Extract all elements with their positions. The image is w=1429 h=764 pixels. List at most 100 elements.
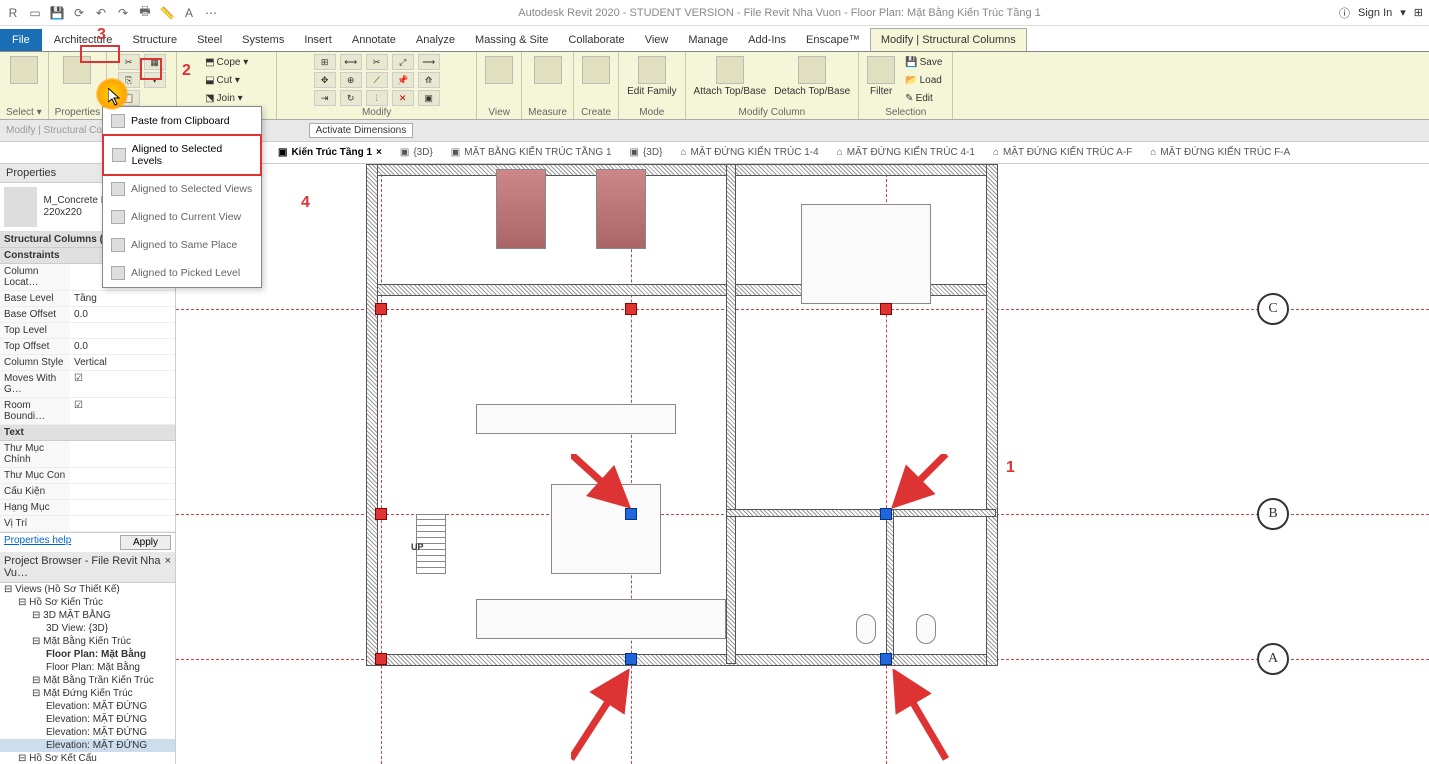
array-button[interactable]: ⦙ (366, 90, 388, 106)
activate-dimensions-button[interactable]: Activate Dimensions (309, 123, 414, 138)
scale-button[interactable]: ⤢ (392, 54, 414, 70)
menu-massing[interactable]: Massing & Site (465, 29, 558, 51)
modify-tool[interactable] (8, 54, 40, 86)
view-tab-3d-1[interactable]: ▣{3D} (392, 145, 441, 160)
signin-link[interactable]: Sign In (1358, 7, 1392, 19)
menu-structure[interactable]: Structure (122, 29, 187, 51)
rotate-button[interactable]: ↻ (340, 90, 362, 106)
menu-manage[interactable]: Manage (678, 29, 738, 51)
options-icon[interactable]: ⊞ (1414, 6, 1423, 19)
tree-item[interactable]: ⊟ 3D MẶT BẰNG (0, 609, 175, 622)
edit-family-button[interactable]: Edit Family (625, 54, 678, 99)
menu-steel[interactable]: Steel (187, 29, 232, 51)
paste-aligned-levels[interactable]: Aligned to Selected Levels (102, 134, 262, 176)
view-tab-3d-2[interactable]: ▣{3D} (622, 145, 671, 160)
tree-item[interactable]: 3D View: {3D} (0, 622, 175, 635)
help-icon[interactable]: ▾ (1400, 6, 1406, 19)
tree-item[interactable]: Elevation: MẶT ĐỨNG (0, 713, 175, 726)
property-row[interactable]: Base Offset0.0 (0, 307, 175, 323)
property-row[interactable]: Hạng Mục (0, 500, 175, 516)
split-button[interactable]: ⟋ (366, 72, 388, 88)
tree-item[interactable]: ⊟ Mặt Bằng Kiến Trúc (0, 635, 175, 648)
grid-bubble-b[interactable]: B (1257, 498, 1289, 530)
tree-item[interactable]: ⊟ Hồ Sơ Kiến Trúc (0, 596, 175, 609)
join-button[interactable]: ⬔Join ▾ (201, 90, 252, 106)
more-icon[interactable]: ⋯ (202, 4, 220, 22)
property-row[interactable]: Column StyleVertical (0, 355, 175, 371)
paste-aligned-views[interactable]: Aligned to Selected Views (103, 175, 261, 203)
column-b1[interactable] (375, 508, 387, 520)
view-tab-elev-4[interactable]: ⌂MẶT ĐỨNG KIẾN TRÚC F-A (1142, 145, 1298, 160)
view-tab-elev-3[interactable]: ⌂MẶT ĐỨNG KIẾN TRÚC A-F (985, 145, 1140, 160)
print-icon[interactable]: 🖶 (136, 4, 154, 22)
property-row[interactable]: Vị Trí (0, 516, 175, 532)
close-browser-icon[interactable]: × (165, 555, 171, 579)
column-c1[interactable] (375, 303, 387, 315)
menu-view[interactable]: View (635, 29, 679, 51)
column-a2-selected[interactable] (625, 653, 637, 665)
menu-collaborate[interactable]: Collaborate (558, 29, 634, 51)
tree-item[interactable]: ⊟ Mặt Bằng Trần Kiến Trúc (0, 674, 175, 687)
unpin-button[interactable]: ⟰ (418, 72, 440, 88)
delete-button[interactable]: ✕ (392, 90, 414, 106)
paste-aligned-current[interactable]: Aligned to Current View (103, 203, 261, 231)
trim-button[interactable]: ✂ (366, 54, 388, 70)
property-row[interactable]: Cấu Kiện (0, 484, 175, 500)
property-row[interactable]: Room Boundi…☑ (0, 398, 175, 425)
group-button[interactable]: ▣ (418, 90, 440, 106)
view-tab-plan-1[interactable]: ▣MẶT BẰNG KIẾN TRÚC TẦNG 1 (443, 145, 620, 160)
tree-item[interactable]: ⊟ Mặt Đứng Kiến Trúc (0, 687, 175, 700)
extend-button[interactable]: ⟶ (418, 54, 440, 70)
attach-button[interactable]: Attach Top/Base (692, 54, 769, 99)
column-a1[interactable] (375, 653, 387, 665)
tree-item[interactable]: Floor Plan: Mặt Bằng (0, 661, 175, 674)
offset-button[interactable]: ⇥ (314, 90, 336, 106)
tree-item[interactable]: ⊟ Hồ Sơ Kết Cấu (0, 752, 175, 764)
property-row[interactable]: Moves With G…☑ (0, 371, 175, 398)
view-tab-elev-2[interactable]: ⌂MẶT ĐỨNG KIẾN TRÚC 4-1 (829, 145, 983, 160)
property-row[interactable]: Thư Mục Con (0, 468, 175, 484)
menu-addins[interactable]: Add-Ins (738, 29, 796, 51)
save-icon[interactable]: 💾 (48, 4, 66, 22)
copy-tool[interactable]: ⊕ (340, 72, 362, 88)
column-c2[interactable] (625, 303, 637, 315)
menu-insert[interactable]: Insert (294, 29, 342, 51)
pin-button[interactable]: 📌 (392, 72, 414, 88)
move-button[interactable]: ✥ (314, 72, 336, 88)
detach-button[interactable]: Detach Top/Base (772, 54, 852, 99)
project-browser[interactable]: ⊟ Views (Hồ Sơ Thiết Kế)⊟ Hồ Sơ Kiến Trú… (0, 583, 175, 764)
save-selection-button[interactable]: 💾Save (901, 54, 946, 70)
measure-icon[interactable]: 📏 (158, 4, 176, 22)
menu-annotate[interactable]: Annotate (342, 29, 406, 51)
measure-button[interactable] (532, 54, 564, 86)
property-row[interactable]: Base LevelTầng (0, 291, 175, 307)
menu-enscape[interactable]: Enscape™ (796, 29, 870, 51)
load-selection-button[interactable]: 📂Load (901, 72, 946, 88)
file-tab[interactable]: File (0, 29, 42, 51)
open-icon[interactable]: ▭ (26, 4, 44, 22)
property-row[interactable]: Top Level (0, 323, 175, 339)
cope-button[interactable]: ⬒Cope ▾ (201, 54, 252, 70)
cut-geom-button[interactable]: ⬓Cut ▾ (201, 72, 252, 88)
drawing-canvas[interactable]: C B A UP (176, 164, 1429, 764)
tree-item[interactable]: ⊟ Views (Hồ Sơ Thiết Kế) (0, 583, 175, 596)
menu-modify-columns[interactable]: Modify | Structural Columns (870, 28, 1027, 51)
view-tab-elev-1[interactable]: ⌂MẶT ĐỨNG KIẾN TRÚC 1-4 (672, 145, 826, 160)
paste-from-clipboard[interactable]: Paste from Clipboard (103, 107, 261, 135)
mirror-button[interactable]: ⟷ (340, 54, 362, 70)
app-menu-icon[interactable]: R (4, 4, 22, 22)
edit-selection-button[interactable]: ✎Edit (901, 90, 946, 106)
tree-item[interactable]: Floor Plan: Mặt Bằng (0, 648, 175, 661)
grid-bubble-c[interactable]: C (1257, 293, 1289, 325)
column-a3-selected[interactable] (880, 653, 892, 665)
tree-item[interactable]: Elevation: MẶT ĐỨNG (0, 739, 175, 752)
property-row[interactable]: Top Offset0.0 (0, 339, 175, 355)
text-icon[interactable]: A (180, 4, 198, 22)
menu-analyze[interactable]: Analyze (406, 29, 465, 51)
view-button[interactable] (483, 54, 515, 86)
property-row[interactable]: Thư Mục Chính (0, 441, 175, 468)
view-tab-active[interactable]: ▣Kiến Trúc Tầng 1× (270, 145, 390, 160)
properties-help-link[interactable]: Properties help (4, 535, 71, 550)
info-icon[interactable]: ⓘ (1339, 5, 1350, 21)
sync-icon[interactable]: ⟳ (70, 4, 88, 22)
